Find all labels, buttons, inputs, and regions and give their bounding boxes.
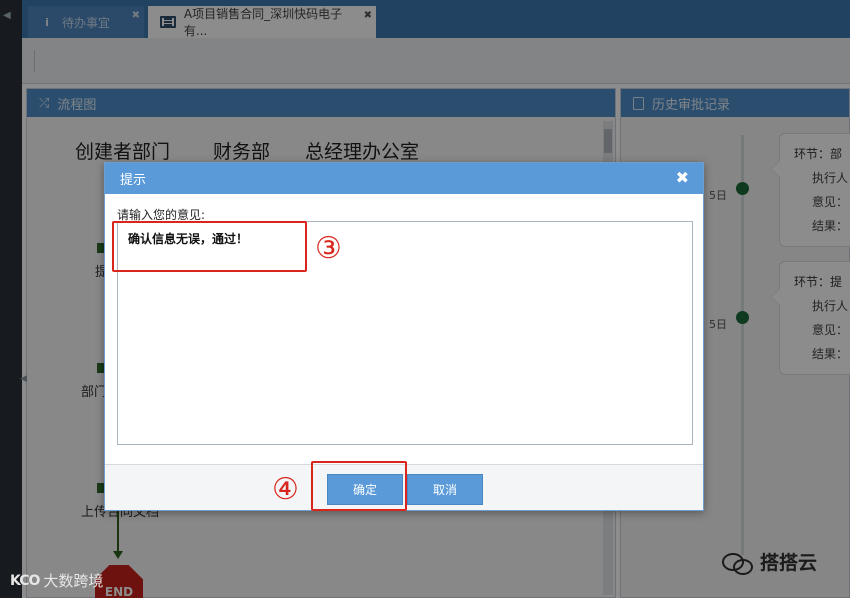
cancel-button[interactable]: 取消 [407,474,483,505]
watermark-right-text: 搭搭云 [760,552,818,574]
highlight-box-opinion [112,221,307,272]
watermark-right: 搭搭云 [722,548,817,575]
watermark-left: KCO 大数跨境 [10,570,103,591]
highlight-box-confirm [311,461,407,511]
step-marker-3: ③ [315,231,342,266]
close-icon[interactable]: ✖ [676,168,689,187]
wechat-icon [722,551,753,575]
watermark-left-text: 大数跨境 [43,572,104,590]
opinion-dialog: 提示 ✖ 请输入您的意见: 确定 取消 [104,162,704,511]
dialog-title: 提示 [120,173,147,188]
dialog-header: 提示 ✖ [105,163,703,194]
watermark-logo: KCO [10,572,40,589]
step-marker-4: ④ [272,472,299,507]
